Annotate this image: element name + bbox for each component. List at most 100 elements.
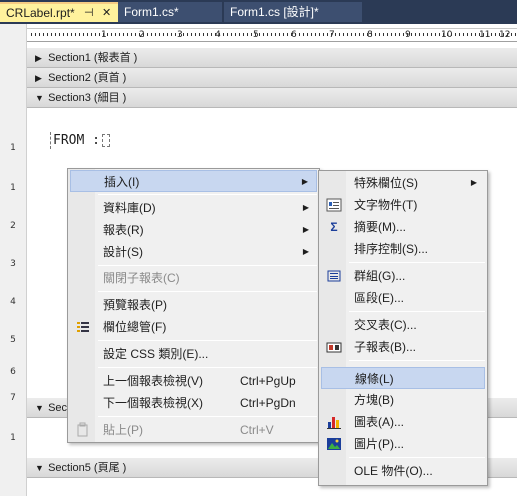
ruler-tick bbox=[59, 33, 60, 36]
menu-item-set-css-class[interactable]: 設定 CSS 類別(E)... bbox=[70, 343, 317, 365]
menu-item-chart[interactable]: 圖表(A)... bbox=[321, 411, 485, 433]
menu-item-label: 關閉子報表(C) bbox=[103, 271, 180, 285]
ruler-tick bbox=[403, 33, 404, 36]
menu-item-crosstab[interactable]: 交叉表(C)... bbox=[321, 314, 485, 336]
ruler-tick bbox=[303, 33, 304, 36]
ruler-tick bbox=[247, 33, 248, 36]
ruler-tick bbox=[475, 33, 476, 36]
submenu-arrow-icon: ▶ bbox=[302, 247, 309, 256]
menu-item-insert[interactable]: 插入(I) ▶ bbox=[70, 170, 317, 192]
ruler-tick bbox=[155, 33, 156, 36]
menu-item-section[interactable]: 區段(E)... bbox=[321, 287, 485, 309]
vertical-ruler-number: 4 bbox=[10, 297, 16, 307]
ruler-tick bbox=[363, 33, 364, 36]
menu-item-line[interactable]: 線條(L) bbox=[321, 367, 485, 389]
ruler-tick bbox=[467, 33, 468, 36]
field-text: FROM : bbox=[53, 133, 100, 148]
menu-item-label: 欄位總管(F) bbox=[103, 320, 167, 334]
ruler-tick bbox=[343, 33, 344, 36]
ruler-tick bbox=[211, 33, 212, 36]
collapse-arrow-icon[interactable]: ▼ bbox=[35, 88, 45, 108]
ruler-tick bbox=[207, 33, 208, 36]
submenu-arrow-icon: ▶ bbox=[302, 225, 309, 234]
menu-item-database[interactable]: 資料庫(D) ▶ bbox=[70, 197, 317, 219]
section-header-2[interactable]: ▶ Section2 (頁首 ) bbox=[27, 68, 517, 88]
section-header-3[interactable]: ▼ Section3 (細目 ) bbox=[27, 88, 517, 108]
tab-form1-cs[interactable]: Form1.cs* bbox=[118, 2, 222, 22]
ruler-tick bbox=[79, 33, 80, 36]
ruler-number: 11 bbox=[479, 30, 491, 40]
menu-item-sort-control[interactable]: 排序控制(S)... bbox=[321, 238, 485, 260]
ruler-tick bbox=[491, 33, 492, 36]
menu-separator bbox=[349, 457, 485, 458]
from-text-field[interactable]: FROM : bbox=[50, 132, 110, 149]
ruler-tick bbox=[179, 33, 180, 36]
ruler-tick bbox=[435, 33, 436, 36]
menu-item-picture[interactable]: 圖片(P)... bbox=[321, 433, 485, 455]
field-placeholder-box[interactable] bbox=[101, 134, 110, 147]
tab-form1-designer[interactable]: Form1.cs [設計]* bbox=[224, 2, 362, 22]
field-explorer-icon bbox=[75, 319, 91, 335]
ruler-tick bbox=[379, 33, 380, 36]
ruler-tick bbox=[111, 33, 112, 36]
ruler-tick bbox=[287, 33, 288, 36]
ruler-tick bbox=[119, 33, 120, 36]
collapse-arrow-icon[interactable]: ▼ bbox=[35, 398, 45, 418]
menu-separator bbox=[98, 291, 317, 292]
menu-item-special-field[interactable]: 特殊欄位(S) ▶ bbox=[321, 172, 485, 194]
ruler-tick bbox=[479, 33, 480, 36]
ruler-tick bbox=[51, 33, 52, 36]
vertical-ruler-number: 3 bbox=[10, 259, 16, 269]
ruler-tick bbox=[391, 33, 392, 36]
chart-icon bbox=[326, 414, 342, 430]
ruler-tick bbox=[279, 33, 280, 36]
ruler-tick bbox=[231, 33, 232, 36]
insert-submenu: 特殊欄位(S) ▶ 文字物件(T) Σ 摘要(M)... 排序控制(S)... … bbox=[318, 170, 488, 486]
ruler-tick bbox=[99, 33, 100, 36]
ruler-tick bbox=[331, 33, 332, 36]
expand-arrow-icon[interactable]: ▶ bbox=[35, 48, 45, 68]
ruler-tick bbox=[43, 33, 44, 36]
menu-item-ole-object[interactable]: OLE 物件(O)... bbox=[321, 460, 485, 482]
document-tab-strip: CRLabel.rpt* ⊣ ✕ Form1.cs* Form1.cs [設計]… bbox=[0, 0, 517, 24]
menu-item-close-subreport[interactable]: 關閉子報表(C) bbox=[70, 267, 317, 289]
ruler-tick bbox=[299, 33, 300, 36]
pin-icon[interactable]: ⊣ bbox=[84, 4, 94, 22]
section-header-1[interactable]: ▶ Section1 (報表首 ) bbox=[27, 48, 517, 68]
menu-item-text-object[interactable]: 文字物件(T) bbox=[321, 194, 485, 216]
menu-item-summary[interactable]: Σ 摘要(M)... bbox=[321, 216, 485, 238]
menu-item-preview-report[interactable]: 預覽報表(P) bbox=[70, 294, 317, 316]
ruler-tick bbox=[167, 33, 168, 36]
submenu-arrow-icon: ▶ bbox=[470, 178, 477, 187]
collapse-arrow-icon[interactable]: ▼ bbox=[35, 458, 45, 478]
menu-item-paste[interactable]: 貼上(P) Ctrl+V bbox=[70, 419, 317, 441]
menu-item-design[interactable]: 設計(S) ▶ bbox=[70, 241, 317, 263]
context-menu: 插入(I) ▶ 資料庫(D) ▶ 報表(R) ▶ 設計(S) ▶ 關閉子報表(C… bbox=[67, 168, 320, 443]
ruler-tick bbox=[135, 33, 136, 36]
menu-item-label: 圖片(P)... bbox=[354, 437, 404, 451]
ruler-number: 12 bbox=[499, 30, 511, 40]
ruler-tick bbox=[407, 33, 408, 36]
section-label: Section5 (頁尾 ) bbox=[48, 462, 127, 474]
ruler-tick bbox=[499, 33, 500, 36]
tab-crlabel-rpt[interactable]: CRLabel.rpt* ⊣ ✕ bbox=[0, 2, 118, 22]
menu-item-group[interactable]: 群組(G)... bbox=[321, 265, 485, 287]
menu-item-box[interactable]: 方塊(B) bbox=[321, 389, 485, 411]
ruler-tick bbox=[123, 33, 124, 36]
vertical-ruler-number: 6 bbox=[10, 367, 16, 377]
menu-item-field-explorer[interactable]: 欄位總管(F) bbox=[70, 316, 317, 338]
menu-item-previous-view[interactable]: 上一個報表檢視(V) Ctrl+PgUp bbox=[70, 370, 317, 392]
menu-item-subreport[interactable]: 子報表(B)... bbox=[321, 336, 485, 358]
ruler-tick bbox=[267, 33, 268, 36]
ruler-tick bbox=[223, 33, 224, 36]
menu-separator bbox=[349, 360, 485, 361]
menu-item-next-view[interactable]: 下一個報表檢視(X) Ctrl+PgDn bbox=[70, 392, 317, 414]
expand-arrow-icon[interactable]: ▶ bbox=[35, 68, 45, 88]
menu-item-label: 方塊(B) bbox=[354, 393, 394, 407]
ruler-tick bbox=[83, 33, 84, 36]
menu-separator bbox=[98, 265, 317, 266]
ruler-tick bbox=[443, 33, 444, 36]
close-icon[interactable]: ✕ bbox=[102, 4, 111, 22]
menu-item-report[interactable]: 報表(R) ▶ bbox=[70, 219, 317, 241]
ruler-tick bbox=[91, 33, 92, 36]
